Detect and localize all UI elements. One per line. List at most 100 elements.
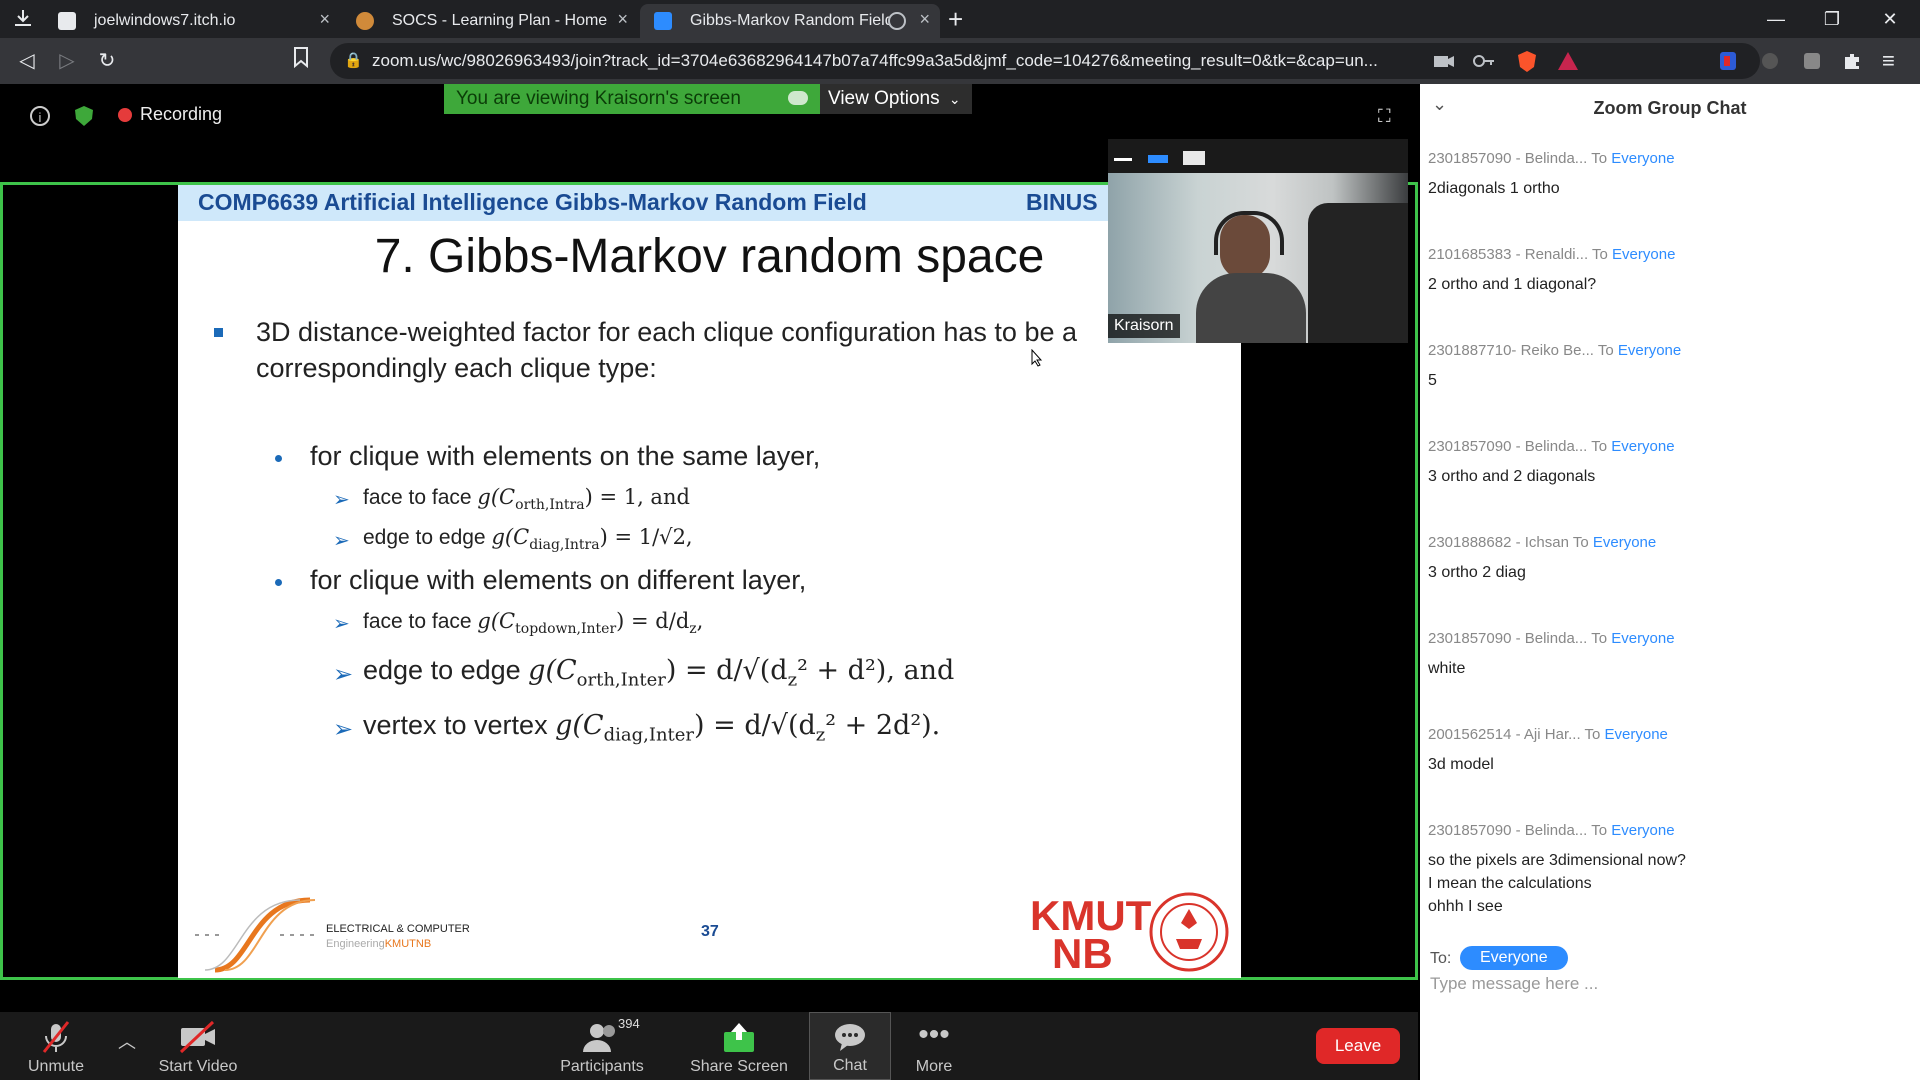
zoom-favicon-icon (654, 12, 672, 30)
fullscreen-icon[interactable]: ⛶ (1378, 106, 1391, 127)
chevron-down-icon: ⌄ (948, 91, 961, 107)
share-screen-button[interactable]: Share Screen (686, 1012, 792, 1080)
bullet-dot (275, 455, 282, 462)
share-screen-icon (686, 1020, 792, 1054)
extension-grey-icon[interactable] (1800, 49, 1824, 73)
main-bullet-line2: correspondingly each clique type: (256, 353, 657, 383)
forward-icon[interactable]: ▷ (52, 46, 82, 76)
presenter-headset-icon (1214, 211, 1284, 255)
chat-message: 2301888682 - Ichsan To Everyone 3 ortho … (1428, 534, 1657, 581)
leave-button[interactable]: Leave (1316, 1028, 1400, 1064)
socs-favicon-icon (356, 12, 374, 30)
footer-dept: ELECTRICAL & COMPUTER EngineeringKMUTNB (326, 923, 470, 950)
info-icon[interactable]: i (30, 106, 50, 126)
menu-icon[interactable]: ≡ (1882, 49, 1906, 73)
chat-button[interactable]: Chat (809, 1012, 891, 1080)
slide-header-title: COMP6639 Artificial Intelligence Gibbs-M… (198, 189, 867, 215)
record-dot-icon (118, 107, 132, 122)
arrow-bullet-icon: ➢ (333, 716, 354, 743)
recording-indicator: Recording (118, 104, 222, 125)
new-tab-icon[interactable]: + (948, 4, 963, 35)
speaker-view-icon[interactable] (1148, 155, 1168, 163)
tab-title: Gibbs-Markov Random Field (690, 12, 890, 29)
tab-socs[interactable]: SOCS - Learning Plan - Home × (342, 4, 638, 38)
audio-options-chevron-up-icon[interactable]: ︿ (118, 1028, 136, 1054)
chat-message: 2301857090 - Belinda... To Everyone 3 or… (1428, 438, 1675, 485)
shared-slide: COMP6639 Artificial Intelligence Gibbs-M… (178, 185, 1241, 978)
itch-favicon-icon (58, 12, 76, 30)
viewing-banner-text: You are viewing Kraisorn's screen (456, 88, 741, 109)
muted-mic-icon (18, 1020, 94, 1054)
meeting-controls: Unmute ︿ Start Video 394 Participants Sh… (0, 1012, 1418, 1080)
recording-label: Recording (140, 104, 223, 124)
chat-title: Zoom Group Chat (1593, 98, 1747, 118)
audio-playing-icon (888, 12, 906, 30)
formula-edge-intra: edge to edge g(Cdiag,Intra) = 1/√2, (363, 525, 693, 554)
address-bar[interactable]: 🔒 zoom.us/wc/98026963493/join?track_id=3… (330, 43, 1760, 79)
more-dots-icon: ••• (918, 1018, 950, 1051)
presenter-body (1196, 273, 1306, 343)
chair (1308, 203, 1408, 343)
more-button[interactable]: ••• More (896, 1012, 972, 1080)
restore-icon[interactable]: ❐ (1812, 4, 1852, 34)
tab-title: joelwindows7.itch.io (94, 12, 236, 29)
minimize-video-icon[interactable] (1114, 158, 1132, 161)
tab-itch[interactable]: joelwindows7.itch.io × (44, 4, 340, 38)
participants-button[interactable]: 394 Participants (556, 1012, 648, 1080)
bullet-dot (275, 579, 282, 586)
back-icon[interactable]: ◁ (12, 46, 42, 76)
kmutnb-seal-icon (1148, 891, 1230, 978)
extension-shield-icon[interactable] (1716, 49, 1740, 73)
encryption-shield-icon[interactable] (74, 105, 94, 132)
tab-zoom[interactable]: Gibbs-Markov Random Field × (640, 4, 940, 38)
reload-icon[interactable]: ↻ (92, 46, 122, 76)
slide-header-brand: BINUS (1026, 189, 1098, 215)
key-icon[interactable] (1472, 49, 1496, 73)
viewing-banner: You are viewing Kraisorn's screen (444, 84, 820, 114)
participants-count: 394 (618, 1016, 640, 1031)
chat-recipient-dropdown[interactable]: Everyone (1460, 946, 1568, 970)
video-off-icon (152, 1020, 244, 1054)
camera-blocked-icon[interactable] (1432, 49, 1456, 73)
chat-message-input[interactable]: Type message here ... (1430, 974, 1910, 1034)
downloads-icon[interactable] (10, 6, 36, 32)
tab-title: SOCS - Learning Plan - Home (392, 12, 608, 29)
arrow-bullet-icon: ➢ (333, 489, 350, 511)
slide-header: COMP6639 Artificial Intelligence Gibbs-M… (178, 185, 1241, 221)
lock-icon: 🔒 (344, 52, 363, 69)
sub-bullet-same-layer: for clique with elements on the same lay… (310, 441, 821, 471)
close-icon[interactable]: × (617, 9, 628, 30)
mouse-cursor-icon (1031, 348, 1043, 372)
slide-title: 7. Gibbs-Markov random space (374, 230, 1045, 283)
chat-icon (810, 1021, 890, 1055)
slide-page-number: 37 (701, 923, 719, 940)
minimize-icon[interactable]: — (1756, 4, 1796, 34)
chat-message: 2301857090 - Belinda... To Everyone 2dia… (1428, 150, 1675, 197)
bookmark-icon[interactable] (286, 46, 316, 76)
gallery-view-icon[interactable] (1183, 151, 1205, 165)
ece-logo-icon (190, 895, 320, 978)
formula-edge-inter: edge to edge g(Corth,Inter) = d/√(dz² + … (363, 655, 955, 691)
close-icon[interactable]: × (319, 9, 330, 30)
arrow-bullet-icon: ➢ (333, 530, 350, 552)
chat-message: 2301887710- Reiko Be... To Everyone 5 (1428, 342, 1682, 389)
start-video-button[interactable]: Start Video (152, 1012, 244, 1080)
arrow-bullet-icon: ➢ (333, 661, 354, 688)
chat-message: 2101685383 - Renaldi... To Everyone 2 or… (1428, 246, 1676, 293)
extension-dark-icon[interactable] (1758, 49, 1782, 73)
kmutnb-logo-text: KMUT NB (1030, 892, 1152, 977)
brave-shield-icon[interactable] (1515, 49, 1539, 73)
chat-message: 2301857090 - Belinda... To Everyone whit… (1428, 630, 1675, 677)
brave-rewards-icon[interactable] (1556, 49, 1580, 73)
view-options-button[interactable]: View Options ⌄ (820, 84, 972, 114)
window-close-icon[interactable]: ✕ (1870, 4, 1910, 34)
extensions-puzzle-icon[interactable] (1840, 49, 1864, 73)
unmute-button[interactable]: Unmute (18, 1012, 94, 1080)
close-icon[interactable]: × (919, 9, 930, 30)
url-text: zoom.us/wc/98026963493/join?track_id=370… (372, 51, 1378, 70)
bullet-square (214, 328, 223, 337)
presenter-video-tile[interactable]: Kraisorn (1108, 139, 1408, 343)
presenter-name: Kraisorn (1108, 314, 1180, 338)
arrow-bullet-icon: ➢ (333, 613, 350, 635)
chat-to-label: To: (1430, 950, 1452, 967)
